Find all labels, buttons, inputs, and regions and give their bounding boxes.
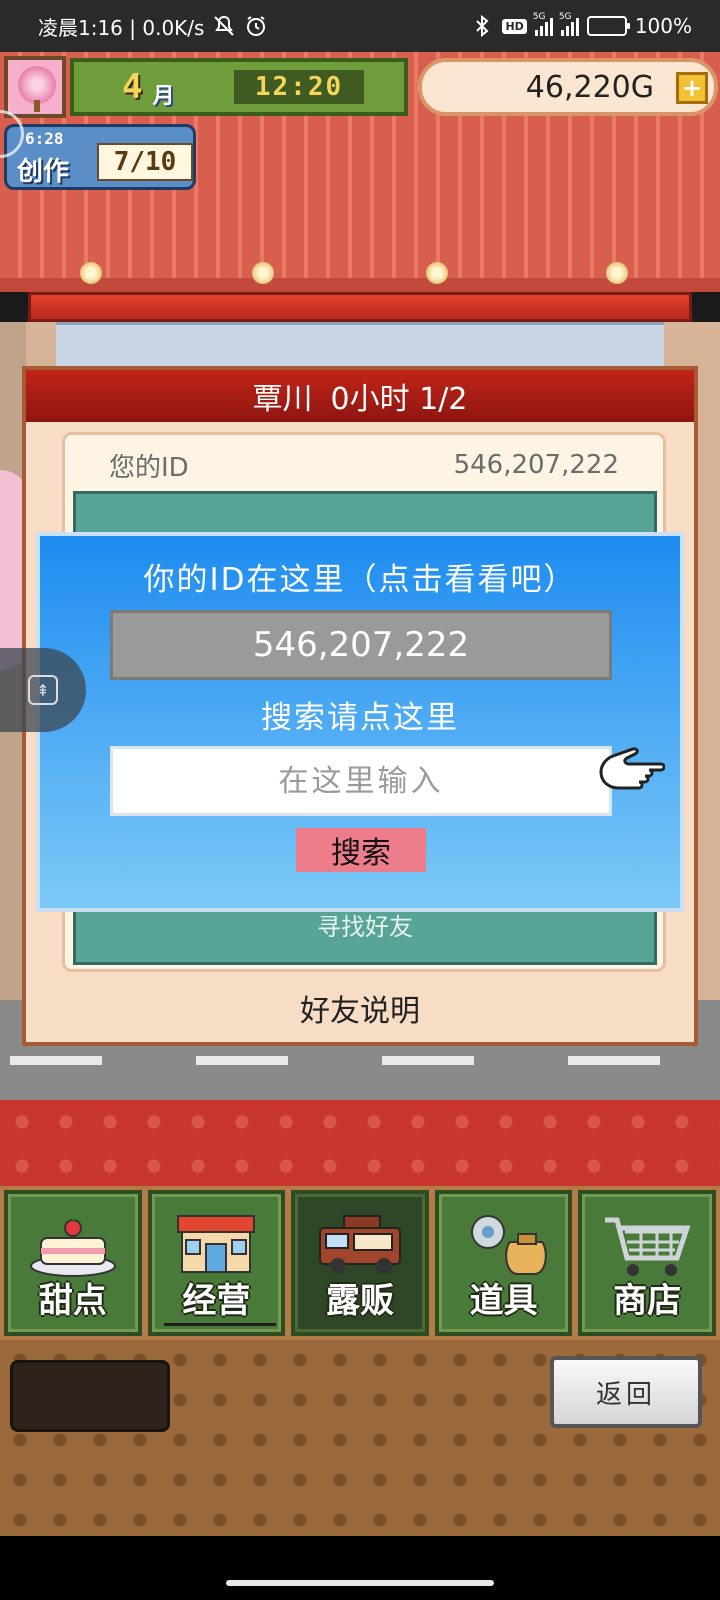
search-hint: 搜索请点这里	[261, 700, 459, 736]
nav-item-sweets[interactable]: 甜点	[4, 1190, 142, 1336]
roof-lamp	[606, 262, 628, 284]
roof-lamp	[80, 262, 102, 284]
status-left: 凌晨1:16 | 0.0K/s	[38, 12, 268, 41]
shopping-cart-icon	[605, 1217, 691, 1276]
money-panel: 46,220G +	[418, 58, 718, 116]
manage-progress-bar	[163, 1323, 276, 1326]
nav-label-items: 道具	[469, 1281, 538, 1321]
roof-lamp	[426, 262, 448, 284]
blossom-icon	[18, 66, 56, 104]
roof-lamp	[252, 262, 274, 284]
search-dialog: 你的ID在这里（点击看看吧） 546,207,222 搜索请点这里 搜索	[36, 532, 684, 912]
network-5g-label-2: 5G	[558, 12, 572, 22]
money-amount: 46,220G	[525, 69, 654, 105]
dialog-title: 你的ID在这里（点击看看吧）	[143, 562, 577, 598]
tray-slot	[10, 1360, 170, 1432]
shop-icon	[177, 1215, 256, 1273]
month-label: 月	[152, 84, 175, 109]
date-panel: 4 月 12:20	[70, 58, 408, 116]
bottom-nav: 甜点 经营 露贩 道具 商店	[0, 1186, 720, 1340]
shop-window	[56, 322, 664, 372]
tree-trunk	[34, 100, 40, 112]
system-nav-area	[0, 1536, 720, 1600]
mute-icon	[214, 15, 235, 36]
nav-label-store: 商店	[613, 1281, 682, 1321]
id-value: 546,207,222	[453, 450, 619, 480]
shop-avatar[interactable]	[4, 56, 66, 118]
nav-item-stall[interactable]: 露贩	[291, 1190, 429, 1336]
nav-item-store[interactable]: 商店	[578, 1190, 716, 1336]
nav-item-manage[interactable]: 经营	[147, 1190, 286, 1336]
status-bar: 凌晨1:16 | 0.0K/s HD 5G 5G 100%	[0, 0, 720, 52]
status-right: HD 5G 5G 100%	[470, 12, 692, 38]
player-name: 覃川	[252, 382, 313, 417]
alarm-icon	[247, 16, 266, 36]
game-screen: 凌晨1:16 | 0.0K/s HD 5G 5G 100% 4 月 12:20 …	[0, 0, 720, 1600]
back-button[interactable]: 返回	[550, 1356, 702, 1428]
road-stripe	[568, 1056, 660, 1065]
add-money-button[interactable]: +	[676, 72, 708, 104]
create-count: 7/10	[97, 143, 193, 181]
pointing-hand-icon	[599, 747, 665, 790]
id-row: 您的ID 546,207,222	[65, 435, 663, 495]
signal-icon: 5G	[533, 12, 553, 36]
battery-icon	[586, 16, 630, 36]
panel-status: 0小时 1/2	[330, 382, 468, 417]
shop-awning	[28, 292, 692, 322]
status-time: 凌晨1:16 | 0.0K/s	[38, 15, 205, 40]
create-label: 创作	[17, 157, 70, 187]
floating-side-tab[interactable]: ⇞	[0, 648, 86, 732]
friends-help-button[interactable]: 好友说明	[26, 976, 694, 1040]
bottom-tray: 返回	[0, 1340, 720, 1536]
hd-badge: HD	[502, 18, 527, 34]
month-number: 4	[122, 67, 143, 107]
road-stripe	[10, 1056, 102, 1065]
find-friends-button[interactable]: 寻找好友	[76, 907, 654, 942]
nav-item-items[interactable]: 道具	[434, 1190, 573, 1336]
panel-title: 覃川 0小时 1/2	[26, 370, 694, 422]
cake-icon	[29, 1213, 116, 1277]
search-input[interactable]	[110, 746, 612, 816]
game-clock: 12:20	[234, 70, 364, 104]
bluetooth-icon	[476, 14, 489, 38]
road-stripe	[382, 1056, 474, 1065]
red-carpet	[0, 1100, 720, 1188]
network-5g-label: 5G	[532, 12, 546, 22]
gesture-bar[interactable]	[226, 1580, 494, 1586]
id-display-button[interactable]: 546,207,222	[110, 610, 612, 680]
signal-icon-2: 5G	[559, 12, 579, 36]
nav-label-stall: 露贩	[325, 1281, 394, 1321]
nav-label-manage: 经营	[182, 1281, 251, 1321]
road-stripe	[196, 1056, 288, 1065]
battery-percent: 100%	[634, 14, 692, 38]
pin-icon: ⇞	[28, 675, 58, 705]
id-label: 您的ID	[109, 452, 189, 483]
food-truck-icon	[318, 1215, 401, 1274]
nav-label-sweets: 甜点	[38, 1281, 107, 1321]
create-timer: 6:28	[25, 129, 64, 148]
search-button[interactable]: 搜索	[296, 828, 426, 872]
create-badge[interactable]: 6:28 创作 7/10	[4, 124, 196, 190]
tools-bag-icon	[470, 1215, 547, 1275]
